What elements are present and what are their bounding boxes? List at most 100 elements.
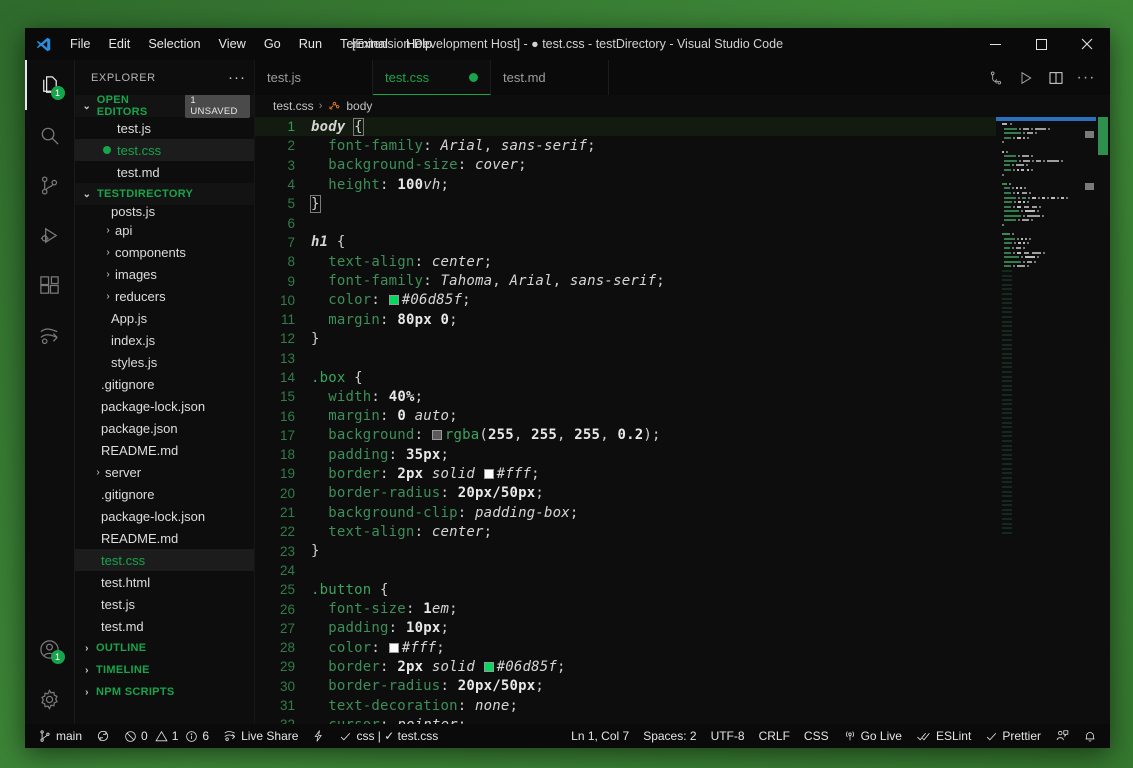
tree-file[interactable]: posts.js [75, 205, 254, 219]
open-editor-item[interactable]: test.css [75, 139, 254, 161]
tree-file[interactable]: .gitignore [75, 373, 254, 395]
menu-item-edit[interactable]: Edit [99, 32, 139, 56]
minimize-button[interactable] [972, 28, 1018, 60]
tree-file[interactable]: test.md [75, 615, 254, 637]
code-line[interactable]: 23} [255, 542, 996, 561]
code-line[interactable]: 31 text-decoration: none; [255, 696, 996, 715]
section-outline[interactable]: › OUTLINE [75, 637, 254, 659]
code-line[interactable]: 9 font-family: Tahoma, Arial, sans-serif… [255, 271, 996, 290]
minimap-slider[interactable] [996, 117, 1096, 121]
tree-folder[interactable]: › reducers [75, 285, 254, 307]
activitybar-item-live-share[interactable] [25, 310, 75, 360]
tree-file[interactable]: App.js [75, 307, 254, 329]
breadcrumb-symbol[interactable]: body [346, 99, 372, 113]
color-swatch-icon[interactable] [388, 642, 399, 653]
color-swatch-icon[interactable] [483, 661, 494, 672]
color-swatch-icon[interactable] [431, 430, 442, 441]
code-line[interactable]: 14 .box { [255, 368, 996, 387]
tree-file[interactable]: package-lock.json [75, 395, 254, 417]
tree-file[interactable]: test.js [75, 593, 254, 615]
status-eslint[interactable]: ESLint [909, 724, 978, 748]
split-source-control-icon[interactable] [982, 64, 1010, 92]
editor-scrollbar[interactable] [1096, 117, 1110, 724]
status-prettier[interactable]: Prettier [978, 724, 1048, 748]
activitybar-item-accounts[interactable]: 1 [25, 624, 75, 674]
run-play-icon[interactable] [1012, 64, 1040, 92]
section-open-editors[interactable]: ⌄ OPEN EDITORS 1 UNSAVED [75, 95, 254, 118]
tree-folder[interactable]: › server [75, 461, 254, 483]
tree-file[interactable]: README.md [75, 439, 254, 461]
status-notifications-bell-icon[interactable] [1076, 724, 1104, 748]
code-line[interactable]: 16 margin: 0 auto; [255, 406, 996, 425]
code-line[interactable]: 7 h1 { [255, 233, 996, 252]
status-branch[interactable]: main [31, 724, 89, 748]
section-testdirectory[interactable]: ⌄ TESTDIRECTORY [75, 183, 254, 205]
color-swatch-icon[interactable] [483, 468, 494, 479]
tree-folder[interactable]: › api [75, 219, 254, 241]
code-line[interactable]: 6 [255, 213, 996, 232]
maximize-button[interactable] [1018, 28, 1064, 60]
code-line[interactable]: 8 text-align: center; [255, 252, 996, 271]
tab-test-md[interactable]: test.md [491, 60, 609, 95]
code-line[interactable]: 5} [255, 194, 996, 213]
sidebar-more-icon[interactable]: ··· [228, 69, 246, 86]
code-line[interactable]: 19 border: 2px solid #fff; [255, 464, 996, 483]
code-line[interactable]: 15 width: 40%; [255, 387, 996, 406]
status-go-live[interactable]: Go Live [836, 724, 909, 748]
open-editor-item[interactable]: test.js [75, 117, 254, 139]
section-timeline[interactable]: › TIMELINE [75, 659, 254, 681]
activitybar-item-extensions[interactable] [25, 260, 75, 310]
tree-file[interactable]: test.css [75, 549, 254, 571]
code-line[interactable]: 22 text-align: center; [255, 522, 996, 541]
minimap[interactable] [996, 117, 1096, 724]
code-line[interactable]: 2 font-family: Arial, sans-serif; [255, 136, 996, 155]
status-problems[interactable]: 0 1 6 [117, 724, 216, 748]
code-line[interactable]: 4 height: 100vh; [255, 175, 996, 194]
tree-file[interactable]: .gitignore [75, 483, 254, 505]
activitybar-item-run-debug[interactable] [25, 210, 75, 260]
code-line[interactable]: 32 cursor: pointer; [255, 715, 996, 724]
status-feedback-icon[interactable] [1048, 724, 1076, 748]
menu-item-view[interactable]: View [210, 32, 255, 56]
menu-item-file[interactable]: File [61, 32, 99, 56]
tab-test-js[interactable]: test.js [255, 60, 373, 95]
menu-item-selection[interactable]: Selection [139, 32, 209, 56]
more-actions-icon[interactable]: ··· [1072, 64, 1100, 92]
status-cursor-position[interactable]: Ln 1, Col 7 [564, 724, 636, 748]
code-line[interactable]: 21 background-clip: padding-box; [255, 503, 996, 522]
tree-file[interactable]: index.js [75, 329, 254, 351]
code-line[interactable]: 18 padding: 35px; [255, 445, 996, 464]
split-editor-icon[interactable] [1042, 64, 1070, 92]
activitybar-item-source-control[interactable] [25, 160, 75, 210]
status-css-check[interactable]: css | ✓ test.css [332, 724, 445, 748]
code-line[interactable]: 20 border-radius: 20px/50px; [255, 484, 996, 503]
status-eol[interactable]: CRLF [752, 724, 797, 748]
section-npm-scripts[interactable]: › NPM SCRIPTS [75, 681, 254, 703]
activitybar-item-explorer[interactable]: 1 [25, 60, 75, 110]
tree-folder[interactable]: › images [75, 263, 254, 285]
close-button[interactable] [1064, 28, 1110, 60]
activitybar-item-settings[interactable] [25, 674, 75, 724]
code-line[interactable]: 12} [255, 329, 996, 348]
code-line[interactable]: 11 margin: 80px 0; [255, 310, 996, 329]
breadcrumb-file[interactable]: test.css [273, 99, 314, 113]
tree-file[interactable]: styles.js [75, 351, 254, 373]
code-editor[interactable]: 1 body {2 font-family: Arial, sans-serif;… [255, 117, 1110, 724]
editor-scrollbar-thumb[interactable] [1098, 117, 1108, 155]
code-lines[interactable]: 1 body {2 font-family: Arial, sans-serif;… [255, 117, 996, 724]
code-line[interactable]: 28 color: #fff; [255, 638, 996, 657]
code-line[interactable]: 25 .button { [255, 580, 996, 599]
code-line[interactable]: 26 font-size: 1em; [255, 599, 996, 618]
code-line[interactable]: 27 padding: 10px; [255, 619, 996, 638]
status-live-share[interactable]: Live Share [216, 724, 305, 748]
menu-item-go[interactable]: Go [255, 32, 290, 56]
tab-test-css[interactable]: test.css [373, 60, 491, 95]
code-line[interactable]: 17 background: rgba(255, 255, 255, 0.2); [255, 426, 996, 445]
color-swatch-icon[interactable] [388, 295, 399, 306]
code-line[interactable]: 29 border: 2px solid #06d85f; [255, 657, 996, 676]
tree-file[interactable]: README.md [75, 527, 254, 549]
open-editor-item[interactable]: test.md [75, 161, 254, 183]
code-line[interactable]: 13 [255, 349, 996, 368]
menu-item-terminal[interactable]: Terminal [331, 32, 397, 56]
tree-file[interactable]: package.json [75, 417, 254, 439]
